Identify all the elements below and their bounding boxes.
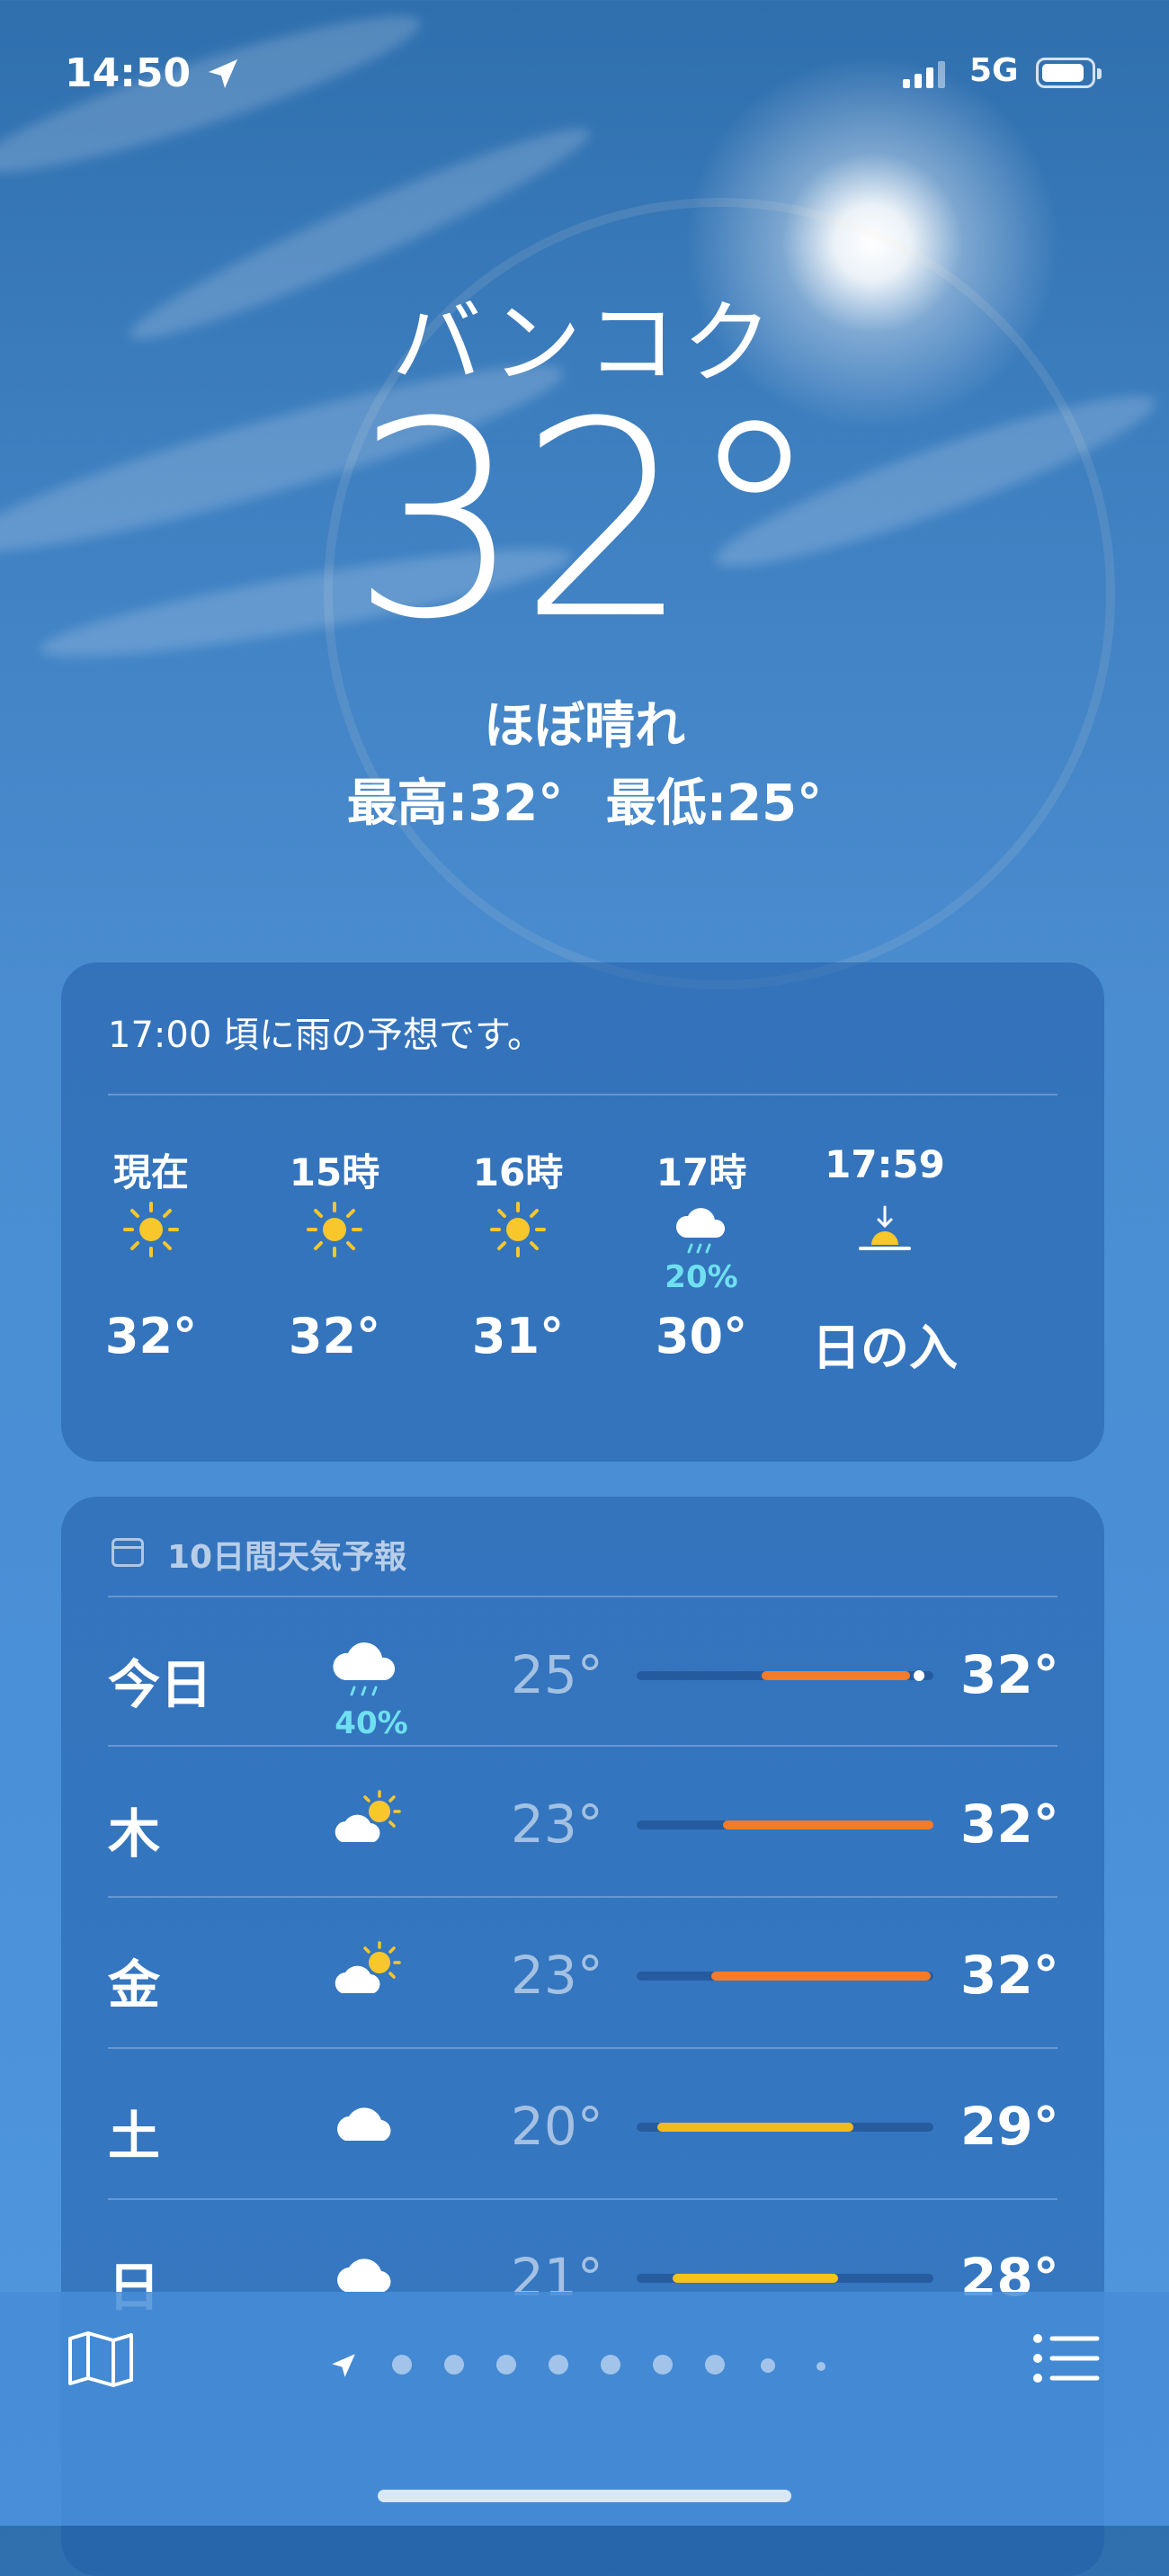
- page-dot[interactable]: [444, 2355, 464, 2375]
- high-temp: 29°: [960, 2096, 1059, 2157]
- list-icon[interactable]: [1032, 2331, 1101, 2385]
- high-temp: 32°: [960, 1945, 1059, 2006]
- low-temp: 25°: [511, 1644, 603, 1705]
- location-page-icon: [332, 2354, 355, 2377]
- rain-alert: 17:00 頃に雨の予想です。: [108, 1015, 543, 1056]
- sun-icon: [123, 1202, 179, 1257]
- low-temp: 20°: [511, 2096, 603, 2157]
- low-temp: 23°: [511, 1793, 603, 1855]
- battery-icon: [1036, 58, 1102, 88]
- cloud-icon: [337, 2107, 391, 2141]
- temperature-range-bar: [637, 1820, 933, 1829]
- temperature-range-bar: [637, 1972, 933, 1981]
- network-type: 5G: [969, 52, 1019, 89]
- temperature-range-bar: [637, 2123, 933, 2132]
- status-bar: 14:50 5G: [0, 45, 1169, 108]
- range-fill: [722, 1820, 933, 1829]
- forecast-title: 10日間天気予報: [167, 1539, 407, 1576]
- page-dot[interactable]: [549, 2355, 568, 2375]
- high-temp: 32°: [960, 1644, 1059, 1705]
- forecast-row[interactable]: 金 23° 32°: [61, 1898, 1104, 2049]
- high-temperature: 最高:32°: [346, 774, 564, 833]
- forecast-row-today[interactable]: 今日 40% 25° 32°: [61, 1597, 1104, 1749]
- precipitation-chance: 40%: [335, 1705, 408, 1741]
- page-dot[interactable]: [761, 2358, 775, 2373]
- current-temperature: 32°: [351, 364, 822, 678]
- home-indicator[interactable]: [378, 2490, 791, 2502]
- map-icon[interactable]: [67, 2330, 135, 2389]
- page-dot[interactable]: [496, 2355, 516, 2375]
- temperature-range-bar: [637, 1670, 933, 1681]
- forecast-row[interactable]: 木 23° 32°: [61, 1747, 1104, 1898]
- divider: [108, 1094, 1057, 1096]
- sunset-icon: [859, 1205, 911, 1250]
- forecast-row[interactable]: 土 20° 29°: [61, 2049, 1104, 2200]
- page-dot[interactable]: [705, 2355, 725, 2375]
- low-temperature: 最低:25°: [605, 774, 823, 833]
- range-fill: [657, 2123, 853, 2132]
- partly-sunny-icon: [335, 1941, 401, 1993]
- rain-cloud-icon: [675, 1208, 726, 1254]
- high-low: 最高:32° 最低:25°: [0, 763, 1169, 836]
- current-condition: ほぼ晴れ: [484, 697, 685, 756]
- page-indicator[interactable]: [324, 2344, 845, 2380]
- page-dot[interactable]: [817, 2362, 825, 2371]
- page-dot[interactable]: [392, 2355, 412, 2375]
- calendar-icon: [112, 1538, 144, 1567]
- location-arrow-icon: [209, 59, 237, 88]
- partly-sunny-icon: [335, 1790, 401, 1842]
- sun-icon: [490, 1202, 546, 1257]
- page-dot[interactable]: [653, 2355, 673, 2375]
- precipitation-chance: 20%: [665, 1259, 738, 1295]
- hourly-forecast-card[interactable]: 17:00 頃に雨の予想です。 現在 32° 15時 32° 16時 31° 1…: [61, 962, 1104, 1462]
- low-temp: 23°: [511, 1945, 603, 2006]
- current-temp-marker: [913, 1670, 924, 1681]
- cellular-signal-icon: [903, 61, 945, 88]
- sun-icon: [307, 1202, 362, 1257]
- range-fill: [761, 1671, 910, 1680]
- range-fill: [710, 1972, 931, 1981]
- temperature-range-bar: [637, 2274, 933, 2283]
- page-dot[interactable]: [601, 2355, 620, 2375]
- rain-cloud-icon: [333, 1642, 396, 1696]
- high-temp: 32°: [960, 1793, 1059, 1855]
- range-fill: [672, 2274, 839, 2283]
- status-time: 14:50: [65, 50, 192, 96]
- bottom-toolbar: [0, 2292, 1169, 2526]
